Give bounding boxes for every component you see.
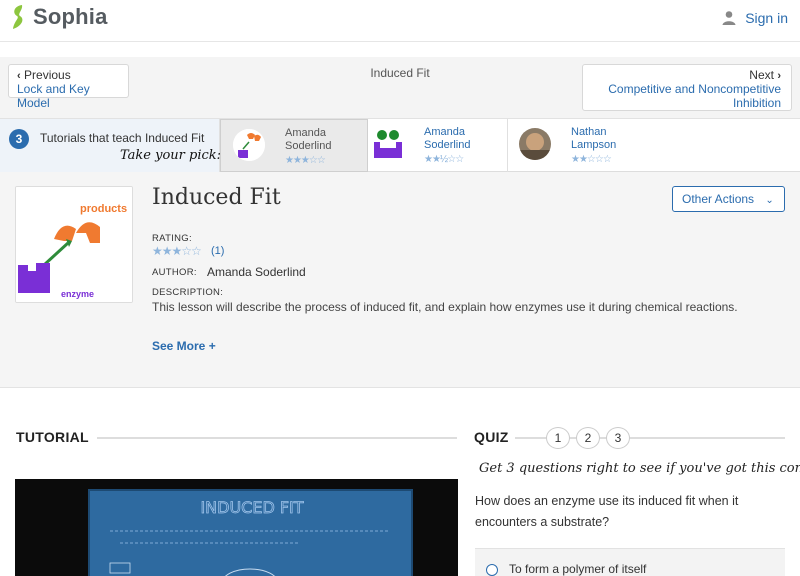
next-lesson-button[interactable]: Next › Competitive and Noncompetitive In… xyxy=(582,64,792,111)
tutorial-card-3[interactable]: Nathan Lampson ★★☆☆☆ xyxy=(507,119,655,172)
person-icon xyxy=(722,11,736,25)
tutorial-author: Amanda Soderlind xyxy=(285,127,332,152)
rating-stars[interactable]: ★★★☆☆ xyxy=(152,244,202,258)
tutorial-card-2[interactable]: Amanda Soderlind ★★½☆☆ xyxy=(360,119,508,172)
quiz-option-label: To form a polymer of itself xyxy=(509,562,647,576)
quiz-question: How does an enzyme use its induced fit w… xyxy=(475,494,739,529)
tutorial-rating-stars: ★★☆☆☆ xyxy=(571,154,612,165)
other-actions-label: Other Actions xyxy=(682,192,755,206)
sign-in-button[interactable]: Sign in xyxy=(721,10,788,26)
radio-button[interactable] xyxy=(486,564,498,576)
previous-lesson-link[interactable]: Lock and Key Model xyxy=(17,82,120,110)
author-name[interactable]: Amanda Soderlind xyxy=(207,265,306,279)
products-label: products xyxy=(80,203,127,215)
tutorial-author: Nathan Lampson xyxy=(571,126,617,151)
quiz-tagline: Get 3 questions right to see if you've g… xyxy=(479,461,800,476)
enzyme-label: enzyme xyxy=(61,289,94,299)
quiz-step-2[interactable]: 2 xyxy=(576,427,600,449)
quiz-option[interactable]: To form a polymer of itself xyxy=(475,548,785,576)
rating-count[interactable]: (1) xyxy=(211,245,224,257)
divider xyxy=(97,437,457,439)
description-label: DESCRIPTION: xyxy=(152,287,224,298)
lesson-nav: ‹ Previous Lock and Key Model Induced Fi… xyxy=(0,57,800,119)
lesson-description: This lesson will describe the process of… xyxy=(152,300,738,314)
other-actions-dropdown[interactable]: Other Actions ⌄ xyxy=(672,186,785,212)
next-lesson-link[interactable]: Competitive and Noncompetitive Inhibitio… xyxy=(593,82,781,110)
rating-label: RATING: xyxy=(152,233,192,244)
tutorial-count-badge: 3 xyxy=(9,129,29,149)
lesson-title: Induced Fit xyxy=(152,185,281,210)
tutorial-card-1[interactable]: Amanda Soderlind ★★★☆☆ xyxy=(220,119,368,172)
chevron-right-icon: › xyxy=(777,70,781,82)
tutorial-author: Amanda Soderlind xyxy=(424,126,471,151)
tutorial-picker-title: Tutorials that teach Induced Fit xyxy=(40,131,205,145)
quiz-heading: QUIZ xyxy=(474,429,509,445)
tutorial-thumbnail xyxy=(519,128,551,160)
sophia-logo-icon xyxy=(13,5,23,29)
board-title: INDUCED FIT xyxy=(200,498,303,517)
tutorial-picker: 3 Tutorials that teach Induced Fit Take … xyxy=(0,119,800,172)
tutorial-rating-stars: ★★★☆☆ xyxy=(285,155,326,166)
chevron-down-icon: ⌄ xyxy=(765,195,774,206)
author-label: AUTHOR: xyxy=(152,267,197,278)
tutorial-thumbnail xyxy=(372,128,404,160)
video-frame: INDUCED FIT xyxy=(88,489,413,576)
sign-in-label: Sign in xyxy=(745,10,788,26)
lesson-thumbnail: products enzyme xyxy=(15,186,133,303)
tutorial-video[interactable]: INDUCED FIT xyxy=(15,479,458,576)
quiz-step-1[interactable]: 1 xyxy=(546,427,570,449)
site-header: Sophia Sign in xyxy=(0,0,800,42)
tutorial-picker-header: 3 Tutorials that teach Induced Fit Take … xyxy=(0,119,222,172)
brand-name: Sophia xyxy=(33,4,108,29)
quiz-step-3[interactable]: 3 xyxy=(606,427,630,449)
tutorial-thumbnail xyxy=(233,129,265,161)
tutorial-rating-stars: ★★½☆☆ xyxy=(424,154,464,165)
next-label: Next xyxy=(749,68,774,82)
take-your-pick-label: Take your pick: xyxy=(120,148,222,163)
sophia-logo[interactable]: Sophia xyxy=(10,4,108,30)
tutorial-heading: TUTORIAL xyxy=(16,429,89,445)
lesson-overview: products enzyme Induced Fit Other Action… xyxy=(0,172,800,388)
see-more-link[interactable]: See More + xyxy=(152,339,216,353)
